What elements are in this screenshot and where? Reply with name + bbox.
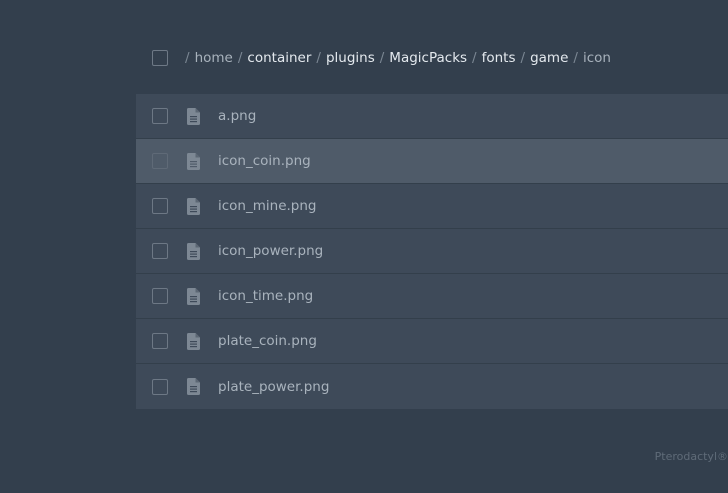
file-select-checkbox[interactable]: [152, 108, 168, 124]
file-select-checkbox[interactable]: [152, 198, 168, 214]
breadcrumb-separator: /: [316, 50, 321, 66]
breadcrumb-item-container[interactable]: container: [247, 50, 311, 66]
file-name[interactable]: a.png: [218, 108, 256, 124]
file-row[interactable]: a.png: [136, 94, 728, 139]
file-manager-page: / home / container / plugins / MagicPack…: [0, 0, 728, 493]
file-name[interactable]: icon_coin.png: [218, 153, 311, 169]
breadcrumb-item-game[interactable]: game: [530, 50, 568, 66]
breadcrumb-item-fonts[interactable]: fonts: [482, 50, 516, 66]
breadcrumb-item-icon: icon: [582, 50, 611, 66]
file-icon: [187, 242, 200, 260]
file-list: a.png icon_coin.png icon_mine.png icon_p…: [136, 94, 728, 409]
file-icon: [187, 287, 200, 305]
file-name[interactable]: plate_power.png: [218, 379, 329, 395]
breadcrumb-separator: /: [237, 50, 243, 66]
file-icon: [187, 197, 200, 215]
breadcrumb-bar: / home / container / plugins / MagicPack…: [136, 40, 611, 76]
file-select-checkbox[interactable]: [152, 153, 168, 169]
file-select-checkbox[interactable]: [152, 378, 168, 395]
breadcrumb-item-plugins[interactable]: plugins: [326, 50, 375, 66]
file-icon: [187, 107, 200, 125]
file-select-checkbox[interactable]: [152, 333, 168, 349]
file-icon: [187, 152, 200, 170]
select-all-checkbox[interactable]: [152, 50, 168, 66]
breadcrumb-separator: /: [573, 50, 578, 66]
breadcrumb-separator: /: [379, 50, 385, 66]
footer-brand: Pterodactyl®: [654, 450, 728, 463]
file-row[interactable]: icon_time.png: [136, 274, 728, 319]
file-row[interactable]: icon_coin.png: [136, 139, 728, 184]
file-row[interactable]: icon_mine.png: [136, 184, 728, 229]
file-name[interactable]: plate_coin.png: [218, 333, 317, 349]
file-icon: [187, 378, 200, 395]
file-row[interactable]: plate_coin.png: [136, 319, 728, 364]
breadcrumb-separator: /: [520, 50, 526, 66]
file-icon: [187, 332, 200, 350]
file-name[interactable]: icon_time.png: [218, 288, 313, 304]
breadcrumb: / home / container / plugins / MagicPack…: [185, 50, 611, 66]
breadcrumb-item-magicpacks[interactable]: MagicPacks: [389, 50, 467, 66]
file-select-checkbox[interactable]: [152, 288, 168, 304]
breadcrumb-item-home[interactable]: home: [195, 50, 233, 66]
breadcrumb-separator: /: [185, 50, 190, 66]
file-name[interactable]: icon_mine.png: [218, 198, 317, 214]
file-row[interactable]: icon_power.png: [136, 229, 728, 274]
file-select-checkbox[interactable]: [152, 243, 168, 259]
breadcrumb-separator: /: [472, 50, 477, 66]
file-name[interactable]: icon_power.png: [218, 243, 323, 259]
file-row[interactable]: plate_power.png: [136, 364, 728, 409]
